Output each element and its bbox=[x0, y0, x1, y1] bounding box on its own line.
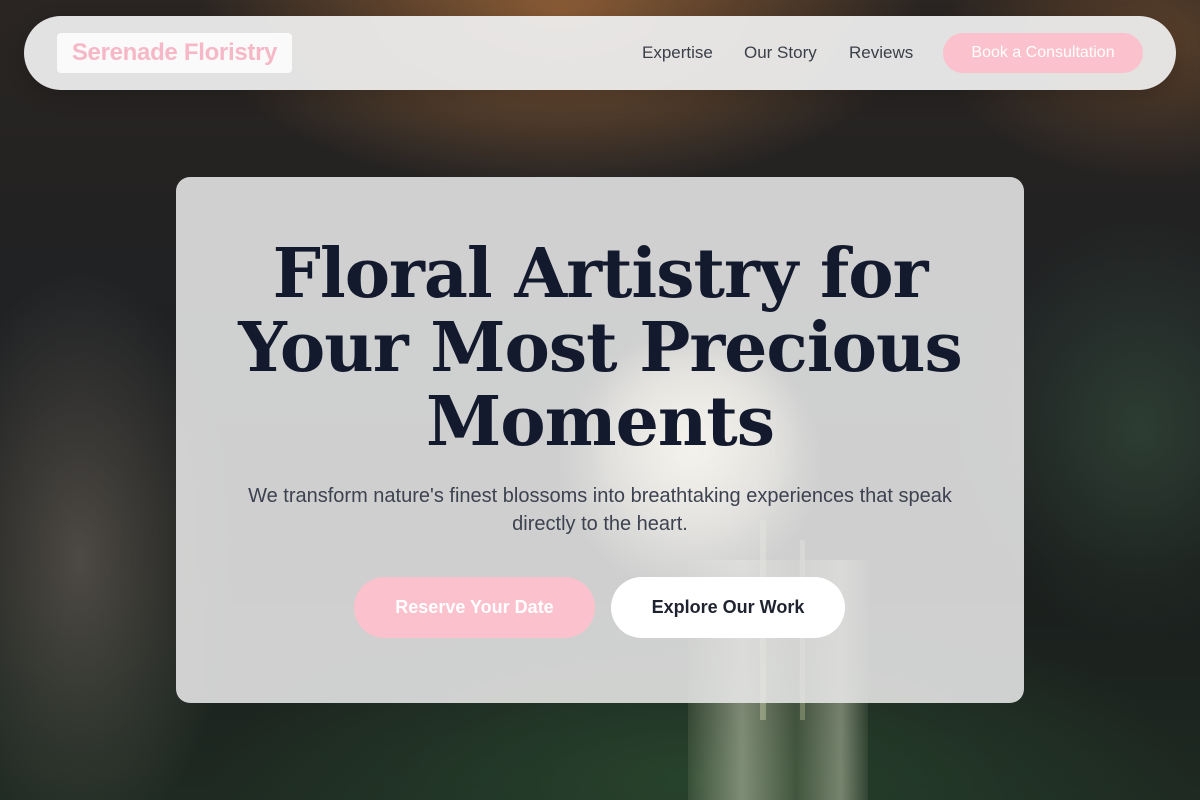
hero-card: Floral Artistry for Your Most Precious M… bbox=[176, 177, 1024, 703]
brand-logo[interactable]: Serenade Floristry bbox=[57, 33, 292, 73]
nav-link-reviews[interactable]: Reviews bbox=[849, 42, 913, 64]
top-navigation-bar: Serenade Floristry Expertise Our Story R… bbox=[24, 16, 1176, 90]
hero-subtitle: We transform nature's finest blossoms in… bbox=[248, 485, 952, 535]
hero-title-line: Moments bbox=[426, 382, 775, 462]
hero-title: Floral Artistry for Your Most Precious M… bbox=[176, 237, 1024, 459]
nav-link-our-story[interactable]: Our Story bbox=[744, 42, 817, 64]
reserve-date-button[interactable]: Reserve Your Date bbox=[354, 577, 595, 638]
hero-title-line: Floral Artistry for bbox=[272, 234, 929, 314]
hero-title-line: Your Most Precious bbox=[238, 308, 962, 388]
nav-link-expertise[interactable]: Expertise bbox=[642, 42, 713, 64]
book-consultation-button[interactable]: Book a Consultation bbox=[943, 33, 1143, 73]
explore-work-button[interactable]: Explore Our Work bbox=[611, 577, 845, 638]
